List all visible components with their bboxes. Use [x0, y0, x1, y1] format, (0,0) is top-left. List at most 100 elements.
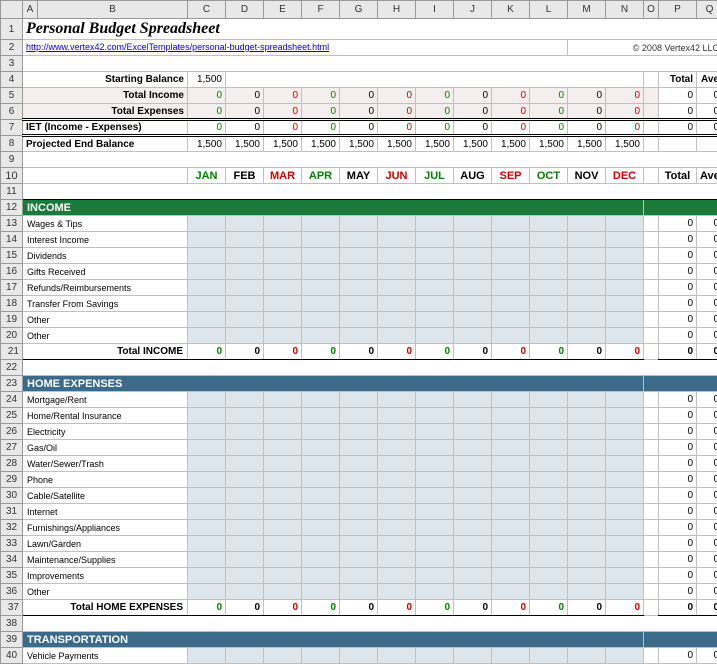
cell[interactable] — [188, 392, 226, 408]
cell[interactable] — [188, 264, 226, 280]
cell[interactable]: 1,500 — [340, 136, 378, 152]
cell[interactable] — [454, 648, 492, 664]
cell[interactable] — [492, 488, 530, 504]
cell[interactable] — [530, 216, 568, 232]
cell[interactable] — [416, 584, 454, 600]
cell[interactable]: 0 — [226, 104, 264, 120]
cell[interactable]: 0 — [454, 120, 492, 136]
cell[interactable] — [416, 488, 454, 504]
cell[interactable] — [378, 328, 416, 344]
cell[interactable] — [340, 392, 378, 408]
cell[interactable] — [264, 648, 302, 664]
cell[interactable] — [264, 424, 302, 440]
cell[interactable] — [378, 264, 416, 280]
cell[interactable] — [454, 536, 492, 552]
cell[interactable] — [226, 488, 264, 504]
cell[interactable] — [454, 328, 492, 344]
cell[interactable] — [606, 264, 644, 280]
cell[interactable] — [530, 264, 568, 280]
cell[interactable]: 1,500 — [226, 136, 264, 152]
cell[interactable] — [302, 552, 340, 568]
cell[interactable] — [492, 648, 530, 664]
cell[interactable] — [416, 456, 454, 472]
cell[interactable]: 1,500 — [568, 136, 606, 152]
cell[interactable] — [606, 552, 644, 568]
cell[interactable] — [340, 536, 378, 552]
cell[interactable]: 0 — [416, 88, 454, 104]
cell[interactable] — [454, 568, 492, 584]
cell[interactable] — [264, 328, 302, 344]
cell[interactable]: 0 — [568, 88, 606, 104]
cell[interactable] — [302, 296, 340, 312]
cell[interactable] — [264, 408, 302, 424]
cell[interactable] — [568, 312, 606, 328]
cell[interactable] — [606, 440, 644, 456]
cell[interactable] — [378, 456, 416, 472]
cell[interactable] — [378, 296, 416, 312]
cell[interactable] — [454, 312, 492, 328]
cell[interactable] — [568, 248, 606, 264]
cell[interactable] — [378, 392, 416, 408]
cell[interactable] — [530, 536, 568, 552]
cell[interactable] — [264, 296, 302, 312]
cell[interactable]: 0 — [226, 88, 264, 104]
cell[interactable] — [492, 584, 530, 600]
cell[interactable] — [568, 216, 606, 232]
cell[interactable]: 0 — [568, 120, 606, 136]
cell[interactable] — [530, 232, 568, 248]
cell[interactable] — [606, 472, 644, 488]
cell[interactable] — [226, 280, 264, 296]
cell[interactable] — [454, 424, 492, 440]
cell[interactable] — [492, 296, 530, 312]
cell[interactable]: 0 — [188, 120, 226, 136]
cell[interactable] — [492, 504, 530, 520]
cell[interactable] — [378, 536, 416, 552]
cell[interactable] — [340, 584, 378, 600]
cell[interactable] — [302, 456, 340, 472]
cell[interactable]: 0 — [340, 88, 378, 104]
cell[interactable] — [568, 456, 606, 472]
cell[interactable] — [264, 552, 302, 568]
cell[interactable] — [188, 648, 226, 664]
cell[interactable] — [188, 312, 226, 328]
cell[interactable]: 0 — [416, 120, 454, 136]
cell[interactable] — [568, 552, 606, 568]
cell[interactable] — [568, 520, 606, 536]
cell[interactable] — [226, 472, 264, 488]
cell[interactable] — [492, 536, 530, 552]
cell[interactable] — [606, 248, 644, 264]
cell[interactable] — [378, 440, 416, 456]
cell[interactable] — [606, 232, 644, 248]
cell[interactable] — [530, 296, 568, 312]
cell[interactable] — [454, 472, 492, 488]
cell[interactable]: 1,500 — [378, 136, 416, 152]
cell[interactable] — [340, 248, 378, 264]
cell[interactable] — [416, 648, 454, 664]
cell[interactable] — [264, 232, 302, 248]
cell[interactable] — [188, 472, 226, 488]
cell[interactable] — [530, 248, 568, 264]
cell[interactable] — [378, 552, 416, 568]
cell[interactable] — [340, 216, 378, 232]
cell[interactable] — [530, 488, 568, 504]
cell[interactable] — [606, 424, 644, 440]
cell[interactable] — [606, 328, 644, 344]
cell[interactable] — [302, 536, 340, 552]
cell[interactable] — [568, 584, 606, 600]
cell[interactable] — [416, 232, 454, 248]
cell[interactable] — [416, 552, 454, 568]
cell[interactable] — [302, 232, 340, 248]
cell[interactable] — [454, 232, 492, 248]
cell[interactable] — [340, 568, 378, 584]
cell[interactable]: 0 — [530, 120, 568, 136]
cell[interactable] — [340, 440, 378, 456]
cell[interactable]: 0 — [454, 88, 492, 104]
cell[interactable] — [302, 584, 340, 600]
cell[interactable] — [188, 488, 226, 504]
cell[interactable] — [606, 488, 644, 504]
cell[interactable] — [188, 504, 226, 520]
cell[interactable] — [188, 552, 226, 568]
cell[interactable]: 0 — [606, 120, 644, 136]
cell[interactable] — [454, 488, 492, 504]
cell[interactable] — [568, 648, 606, 664]
